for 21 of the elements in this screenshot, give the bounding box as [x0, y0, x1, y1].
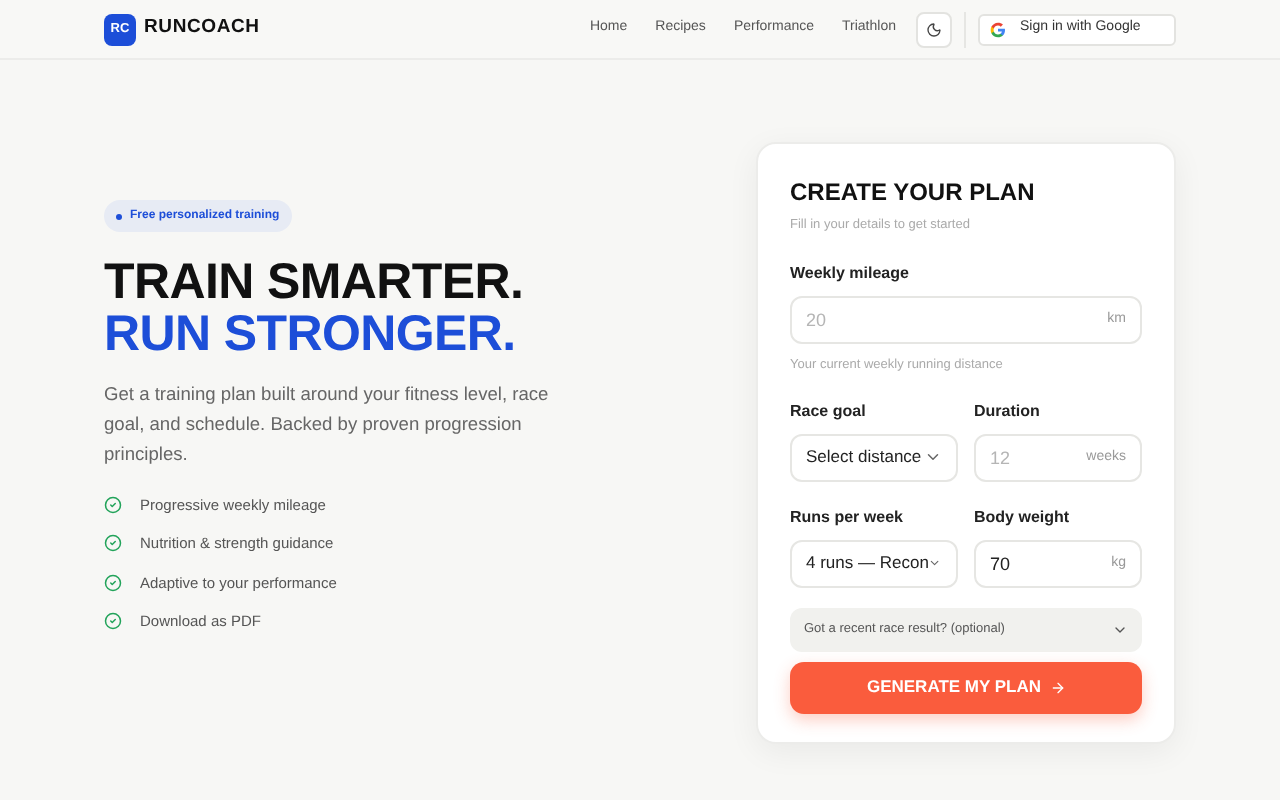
brand-name[interactable]: RUNCOACH	[144, 14, 260, 44]
select-field[interactable]: 4 runs — Recon	[790, 539, 958, 587]
theme-toggle-button[interactable]	[916, 11, 952, 47]
headline: RUN STRONGER.	[104, 308, 518, 360]
check-circle-icon	[104, 573, 122, 592]
field-label: Body weight	[974, 505, 1072, 529]
field-label: Duration	[974, 399, 1042, 423]
description: Get a training plan built around your fitness level, race goal, and schedule. Backed by proven progression principles.	[104, 382, 551, 468]
chevron-down-icon	[924, 448, 942, 466]
check-circle-icon	[104, 611, 122, 630]
field-label: Race goal	[790, 399, 868, 423]
moon-icon	[926, 21, 942, 37]
check-circle-icon	[104, 496, 122, 515]
arrow-right-icon	[1049, 679, 1066, 695]
select-field[interactable]: Select distance	[790, 433, 958, 481]
form-title: CREATE YOUR PLAN	[790, 176, 1037, 210]
field-label: Runs per week	[790, 505, 905, 529]
headline: TRAIN SMARTER.	[104, 256, 526, 308]
check-circle-icon	[104, 534, 122, 553]
google-logo-icon	[990, 21, 1006, 37]
field-label: Weekly mileage	[790, 261, 911, 286]
